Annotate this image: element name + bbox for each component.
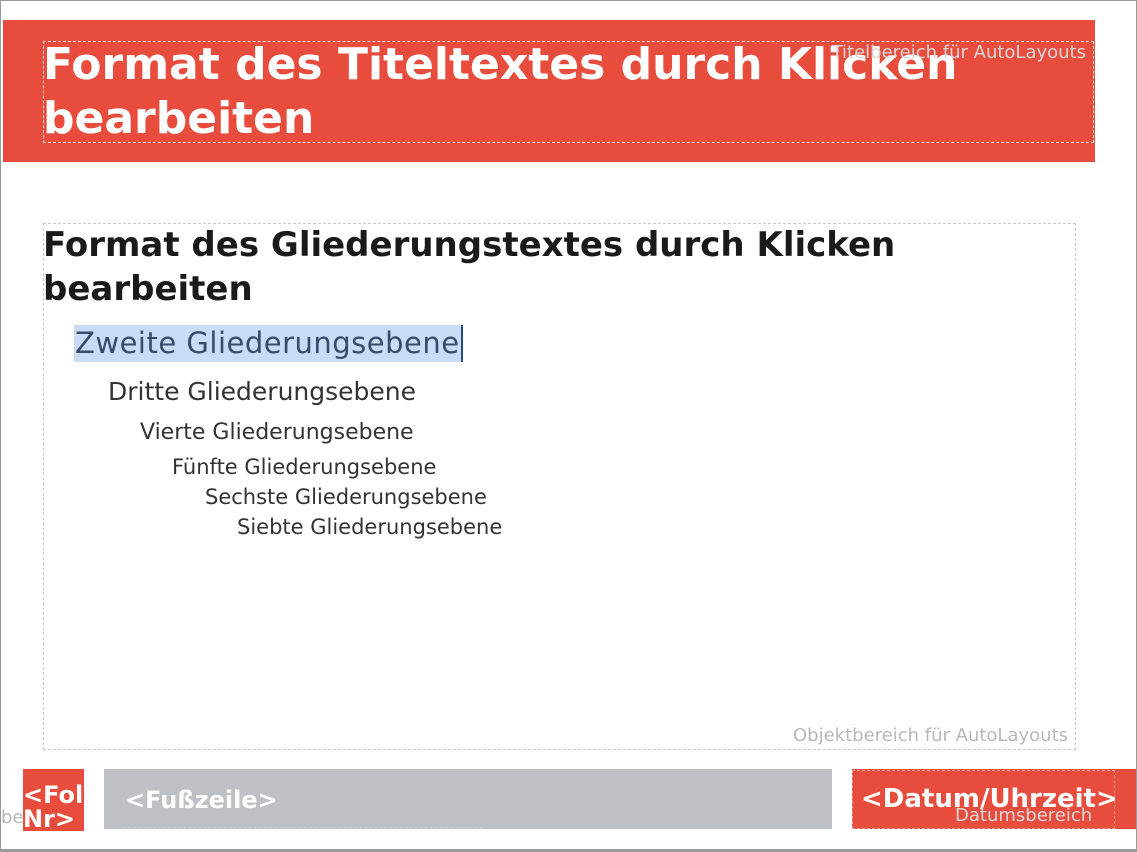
footer-area-border bbox=[123, 827, 483, 829]
outline-level-3[interactable]: Dritte Gliederungsebene bbox=[108, 376, 416, 408]
slide-number-field[interactable]: <Folien Nr> bbox=[23, 769, 84, 831]
slide-canvas[interactable]: Format des Titeltextes durch Klicken bea… bbox=[1, 1, 1136, 849]
outline-level-4[interactable]: Vierte Gliederungsebene bbox=[140, 419, 414, 447]
title-area-label: Titelbereich für AutoLayouts bbox=[831, 42, 1086, 63]
slide-number-area-label: be bbox=[1, 807, 24, 828]
outline-level-6[interactable]: Sechste Gliederungsebene bbox=[205, 484, 487, 511]
outline-level-2-selected[interactable]: Zweite Gliederungsebene bbox=[74, 325, 463, 362]
outline-level-5[interactable]: Fünfte Gliederungsebene bbox=[172, 454, 436, 481]
outline-level-1[interactable]: Format des Gliederungstextes durch Klick… bbox=[43, 223, 1043, 311]
object-area-label: Objektbereich für AutoLayouts bbox=[793, 725, 1068, 746]
date-area-label: Datumsbereich bbox=[955, 805, 1093, 826]
slide-number-text[interactable]: <Folien Nr> bbox=[23, 783, 84, 831]
outline-level-7[interactable]: Siebte Gliederungsebene bbox=[237, 514, 502, 541]
footer-text[interactable]: <Fußzeile> bbox=[125, 786, 278, 814]
